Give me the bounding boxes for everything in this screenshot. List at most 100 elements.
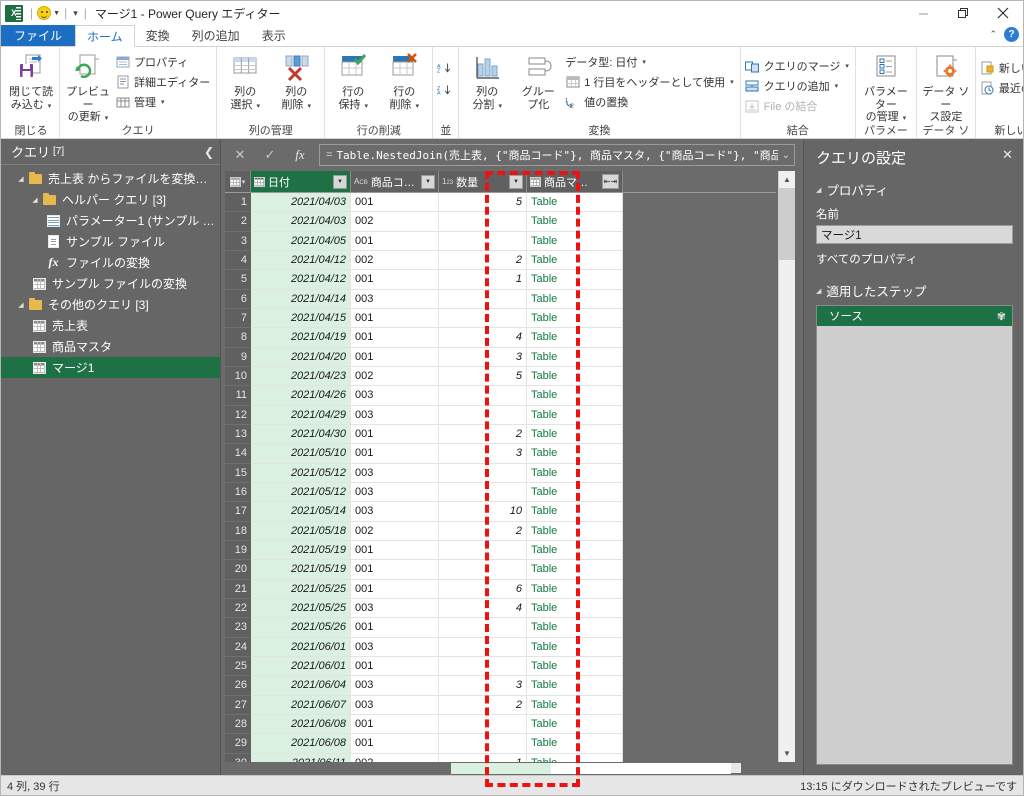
merge-queries-button[interactable]: クエリのマージ ▾ <box>744 57 852 75</box>
cell-quantity[interactable] <box>439 540 527 561</box>
refresh-preview-button[interactable]: プレビュー の更新 ▾ <box>63 49 113 124</box>
cell-product-master[interactable]: Table <box>527 502 623 522</box>
fx-icon[interactable]: fx <box>285 144 315 166</box>
cell-quantity[interactable] <box>439 656 527 677</box>
cell-product-code[interactable]: 001 <box>351 308 439 329</box>
chevron-up-icon[interactable]: ⌃ <box>989 29 997 40</box>
table-row[interactable]: 5 2021/04/12 001 1 Table <box>225 270 776 290</box>
table-row[interactable]: 20 2021/05/19 001 Table <box>225 560 776 580</box>
applied-step-source[interactable]: ソース ✾ <box>817 306 1012 326</box>
cell-date[interactable]: 2021/04/03 <box>251 212 351 232</box>
chevron-down-icon[interactable]: ▾ <box>416 103 420 110</box>
table-row[interactable]: 9 2021/04/20 001 3 Table <box>225 347 776 367</box>
cell-product-code[interactable]: 002 <box>351 366 439 387</box>
chevron-down-icon[interactable]: ▾ <box>308 103 312 110</box>
table-row[interactable]: 25 2021/06/01 001 Table <box>225 656 776 677</box>
cell-date[interactable]: 2021/04/20 <box>251 347 351 367</box>
cell-product-code[interactable]: 001 <box>351 618 439 638</box>
cell-date[interactable]: 2021/04/14 <box>251 289 351 309</box>
table-row[interactable]: 302021/06/110021Table <box>225 753 776 762</box>
choose-columns-button[interactable]: 列の 選択 ▾ <box>220 49 270 111</box>
table-row[interactable]: 28 2021/06/08 001 Table <box>225 714 776 735</box>
cell-product-master[interactable]: Table <box>527 405 623 425</box>
cell-product-code[interactable]: 002 <box>351 753 439 762</box>
scroll-up-icon[interactable]: ▲ <box>779 171 795 188</box>
select-all-icon[interactable]: ▾ <box>225 171 251 192</box>
cell-product-code[interactable]: 001 <box>351 560 439 580</box>
cell-quantity[interactable] <box>439 734 527 754</box>
column-header-quantity[interactable]: 123 数量 ▼ <box>439 171 527 192</box>
cell-date[interactable]: 2021/04/15 <box>251 308 351 329</box>
cell-product-master[interactable]: Table <box>527 521 623 541</box>
query-item-product-master[interactable]: 商品マスタ <box>1 336 220 357</box>
expand-columns-icon[interactable]: ⇤⇥ <box>602 174 619 189</box>
cell-quantity[interactable] <box>439 482 527 503</box>
properties-button[interactable]: プロパティ <box>114 53 213 71</box>
chevron-down-icon[interactable]: ▾ <box>845 62 849 70</box>
cell-quantity[interactable]: 2 <box>439 250 527 271</box>
cell-date[interactable]: 2021/06/08 <box>251 734 351 754</box>
cell-date[interactable]: 2021/06/11 <box>251 753 351 762</box>
filter-dropdown-product-code[interactable]: ▼ <box>421 174 435 189</box>
scroll-track[interactable] <box>779 188 795 745</box>
query-item-merge1[interactable]: マージ1 <box>1 357 220 378</box>
cell-product-code[interactable]: 001 <box>351 424 439 445</box>
cell-quantity[interactable] <box>439 714 527 735</box>
cell-product-master[interactable]: Table <box>527 579 623 599</box>
cell-quantity[interactable]: 3 <box>439 676 527 696</box>
cell-product-master[interactable]: Table <box>527 753 623 762</box>
chevron-down-icon[interactable]: ▾ <box>48 103 52 110</box>
replace-values-button[interactable]: 1 2 値の置換 <box>564 93 736 111</box>
cell-quantity[interactable] <box>439 405 527 425</box>
table-row[interactable]: 11 2021/04/26 003 Table <box>225 386 776 406</box>
tab-transform[interactable]: 変換 <box>135 25 181 46</box>
cell-date[interactable]: 2021/04/30 <box>251 424 351 445</box>
use-first-row-header-button[interactable]: 1 行目をヘッダーとして使用 ▾ <box>564 73 736 91</box>
cell-product-code[interactable]: 001 <box>351 656 439 677</box>
cell-date[interactable]: 2021/06/01 <box>251 656 351 677</box>
table-row[interactable]: 12 2021/04/29 003 Table <box>225 405 776 425</box>
cell-quantity[interactable]: 2 <box>439 695 527 715</box>
cell-product-master[interactable]: Table <box>527 366 623 387</box>
scroll-down-icon[interactable]: ▼ <box>779 745 795 762</box>
grid-vertical-scrollbar[interactable]: ▲ ▼ <box>778 171 795 762</box>
cell-quantity[interactable] <box>439 618 527 638</box>
minimize-icon[interactable] <box>903 1 943 25</box>
hscroll-thumb-b[interactable] <box>551 763 731 774</box>
cell-product-code[interactable]: 001 <box>351 444 439 464</box>
qat-more-icon[interactable]: ▾ <box>73 8 78 19</box>
cell-quantity[interactable]: 2 <box>439 424 527 445</box>
tab-view[interactable]: 表示 <box>251 25 297 46</box>
cell-product-master[interactable]: Table <box>527 444 623 464</box>
hscroll-track[interactable] <box>451 763 741 774</box>
accept-icon[interactable]: ✓ <box>255 144 285 166</box>
query-item-sample-file[interactable]: サンプル ファイル <box>1 231 220 252</box>
cell-date[interactable]: 2021/05/12 <box>251 463 351 483</box>
cell-date[interactable]: 2021/05/26 <box>251 618 351 638</box>
cell-product-master[interactable]: Table <box>527 482 623 503</box>
cell-quantity[interactable]: 1 <box>439 270 527 290</box>
cell-product-code[interactable]: 002 <box>351 212 439 232</box>
keep-rows-button[interactable]: 行の 保持 ▾ <box>328 49 378 111</box>
query-folder-other-queries[interactable]: ◢ その他のクエリ [3] <box>1 294 220 315</box>
cell-product-master[interactable]: Table <box>527 560 623 580</box>
cell-product-master[interactable]: Table <box>527 714 623 735</box>
column-header-date[interactable]: 日付 ▼ <box>251 171 351 192</box>
cell-quantity[interactable] <box>439 212 527 232</box>
table-row[interactable]: 19 2021/05/19 001 Table <box>225 540 776 561</box>
cell-date[interactable]: 2021/05/19 <box>251 560 351 580</box>
cell-product-code[interactable]: 001 <box>351 193 439 213</box>
table-row[interactable]: 4 2021/04/12 002 2 Table <box>225 250 776 271</box>
cell-product-code[interactable]: 001 <box>351 579 439 599</box>
table-row[interactable]: 23 2021/05/26 001 Table <box>225 618 776 638</box>
cell-date[interactable]: 2021/04/26 <box>251 386 351 406</box>
cell-date[interactable]: 2021/04/05 <box>251 231 351 251</box>
table-row[interactable]: 18 2021/05/18 002 2 Table <box>225 521 776 541</box>
cell-date[interactable]: 2021/06/01 <box>251 637 351 657</box>
advanced-editor-button[interactable]: 詳細エディター <box>114 73 213 91</box>
cell-quantity[interactable] <box>439 231 527 251</box>
cell-date[interactable]: 2021/05/18 <box>251 521 351 541</box>
help-icon[interactable]: ? <box>1004 27 1019 42</box>
sort-ascending-button[interactable]: A Z <box>436 59 455 76</box>
cell-product-master[interactable]: Table <box>527 212 623 232</box>
